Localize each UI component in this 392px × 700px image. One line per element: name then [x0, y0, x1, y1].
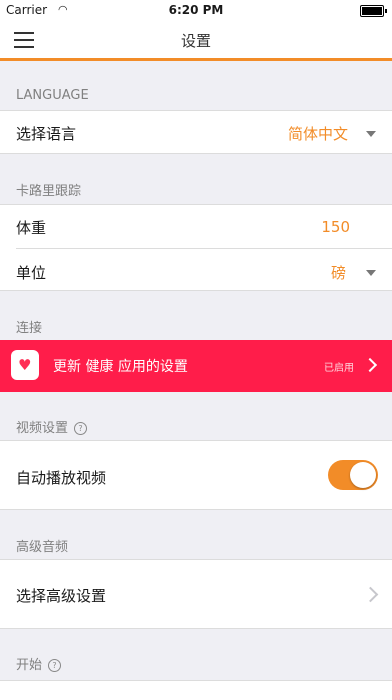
dropdown-arrow-icon — [366, 270, 376, 276]
health-status: 已启用 — [324, 363, 354, 374]
unit-row[interactable]: 单位 磅 — [0, 249, 392, 291]
toggle-knob — [350, 462, 376, 488]
section-header-video: 视频设置? — [16, 417, 88, 436]
chevron-right-icon — [362, 357, 378, 373]
language-select-row[interactable]: 选择语言 简体中文 — [0, 110, 392, 154]
heart-icon: ♥ — [18, 356, 32, 374]
weight-row[interactable]: 体重 150 — [0, 205, 392, 248]
start-header-label: 开始 — [16, 658, 43, 673]
health-label: 更新 健康 应用的设置 — [53, 359, 188, 375]
advanced-audio-label: 选择高级设置 — [16, 587, 107, 605]
section-header-connect: 连接 — [16, 321, 43, 336]
nav-bar: 设置 — [0, 20, 392, 61]
unit-label: 单位 — [16, 264, 47, 282]
clock: 6:20 PM — [168, 3, 224, 17]
start-row[interactable] — [0, 680, 392, 700]
health-settings-row[interactable]: ♥ 更新 健康 应用的设置 已启用 — [0, 340, 392, 392]
video-header-label: 视频设置 — [16, 421, 69, 436]
autoplay-row: 自动播放视频 — [0, 440, 392, 510]
chevron-right-icon — [362, 586, 379, 603]
autoplay-toggle[interactable] — [328, 460, 378, 490]
dropdown-arrow-icon — [366, 131, 376, 137]
section-header-start: 开始? — [16, 654, 62, 673]
weight-value[interactable]: 150 — [321, 218, 350, 236]
unit-value: 磅 — [330, 264, 346, 282]
health-app-icon: ♥ — [11, 350, 39, 380]
help-icon[interactable]: ? — [48, 659, 62, 672]
section-header-language: LANGUAGE — [16, 88, 89, 103]
status-bar: Carrier ◠ 6:20 PM — [0, 0, 392, 20]
advanced-audio-row[interactable]: 选择高级设置 — [0, 559, 392, 629]
language-value: 简体中文 — [287, 125, 348, 143]
autoplay-label: 自动播放视频 — [16, 469, 107, 487]
page-title: 设置 — [180, 32, 211, 50]
weight-label: 体重 — [16, 219, 47, 237]
calorie-group: 体重 150 单位 磅 — [0, 204, 392, 291]
language-label: 选择语言 — [16, 125, 77, 143]
battery-icon — [360, 5, 387, 17]
section-header-advanced-audio: 高级音频 — [16, 540, 69, 555]
section-header-calorie: 卡路里跟踪 — [16, 184, 82, 199]
help-icon[interactable]: ? — [74, 422, 88, 435]
